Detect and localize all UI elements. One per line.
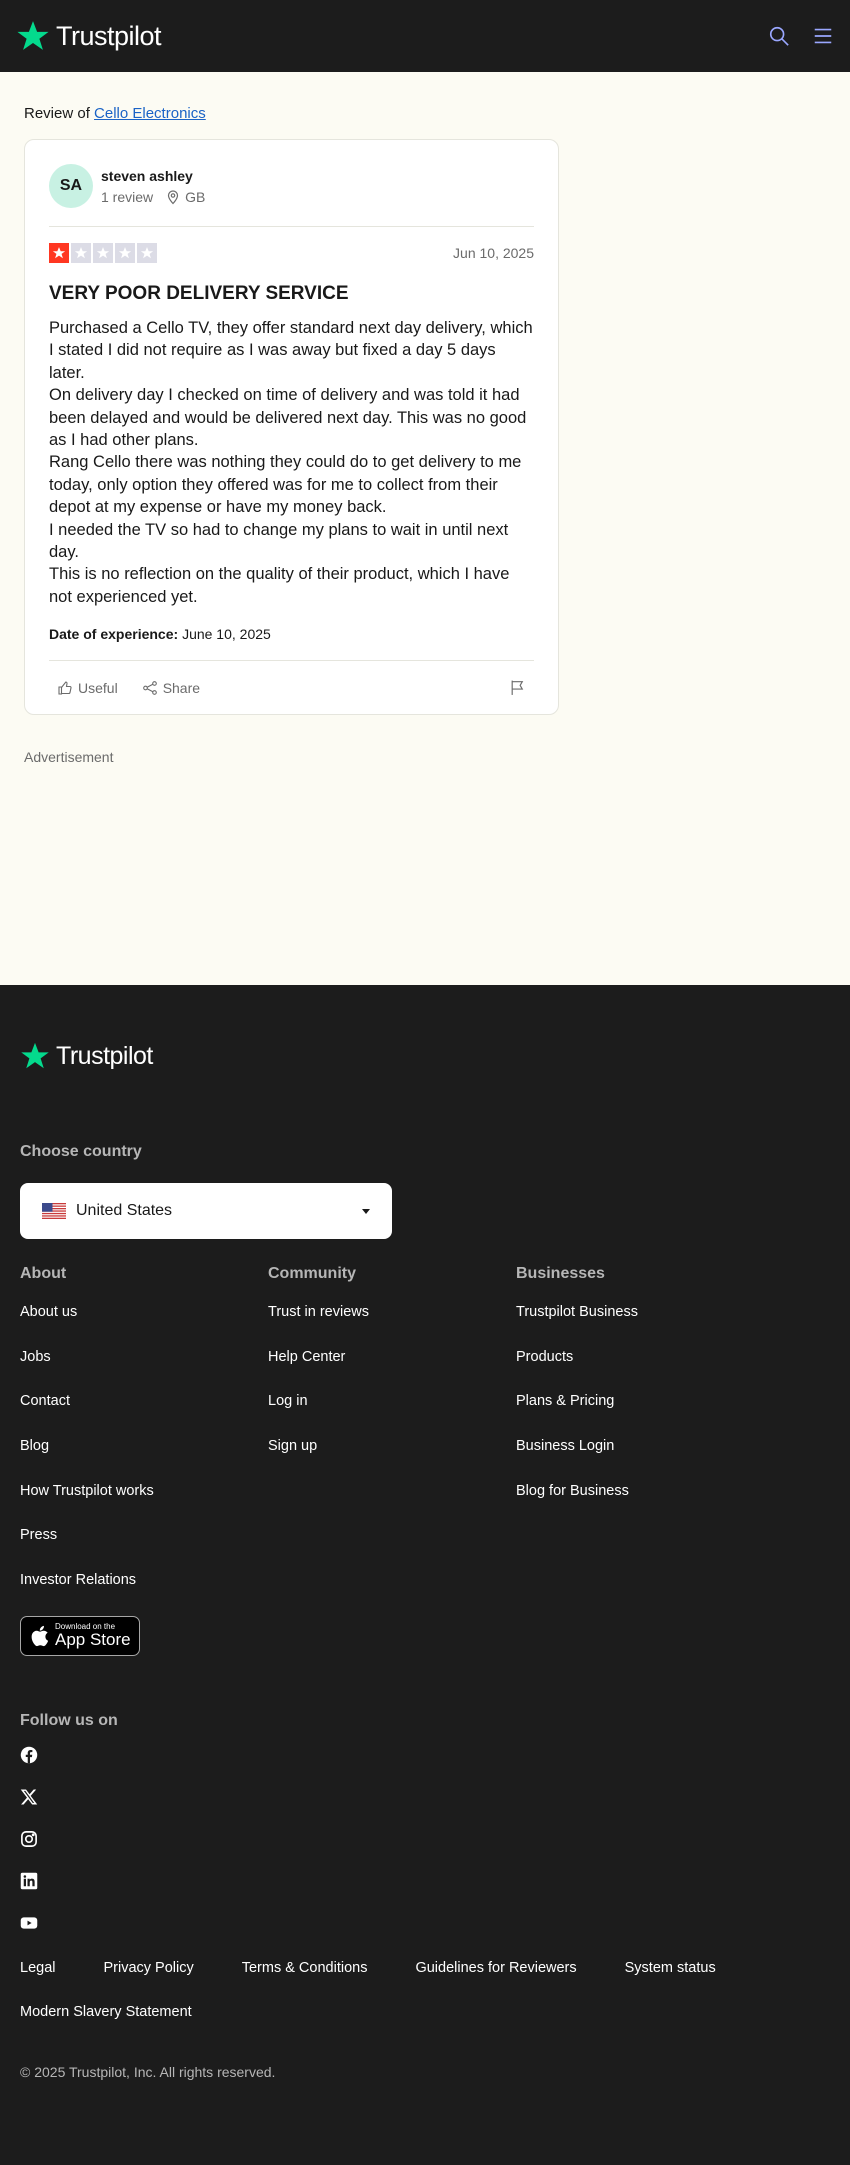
footer-link[interactable]: Products bbox=[516, 1349, 764, 1394]
header-actions bbox=[768, 25, 834, 47]
consumer-name[interactable]: steven ashley bbox=[101, 168, 205, 184]
review-card: SA steven ashley 1 review GB Jun 10, 202… bbox=[24, 139, 559, 716]
empty-star-icon bbox=[93, 243, 113, 263]
search-icon[interactable] bbox=[768, 25, 790, 47]
date-of-experience: Date of experience: June 10, 2025 bbox=[49, 626, 534, 642]
review-paragraph: Purchased a Cello TV, they offer standar… bbox=[49, 319, 533, 382]
empty-star-icon bbox=[71, 243, 91, 263]
footer-link[interactable]: Contact bbox=[20, 1393, 268, 1438]
column-heading: Businesses bbox=[516, 1265, 605, 1282]
review-paragraph: This is no reflection on the quality of … bbox=[49, 565, 510, 606]
choose-country-heading: Choose country bbox=[20, 1143, 142, 1160]
app-store-badge[interactable]: Download on the App Store bbox=[20, 1615, 140, 1656]
main-content: Review of Cello Electronics SA steven as… bbox=[0, 72, 850, 985]
review-paragraph: On delivery day I checked on time of del… bbox=[49, 386, 527, 450]
consumer-info: SA steven ashley 1 review GB bbox=[49, 164, 534, 227]
footer-link[interactable]: How Trustpilot works bbox=[20, 1483, 268, 1528]
brand-name: Trustpilot bbox=[56, 20, 162, 51]
legal-link[interactable]: Privacy Policy bbox=[103, 1960, 193, 2004]
review-count: 1 review bbox=[101, 188, 154, 205]
apple-icon bbox=[31, 1625, 49, 1646]
instagram-icon[interactable] bbox=[20, 1830, 38, 1848]
social-links bbox=[20, 1746, 830, 1932]
trustpilot-star-icon bbox=[21, 1042, 49, 1069]
footer-link[interactable]: Help Center bbox=[268, 1349, 516, 1394]
site-footer: Trustpilot Choose country United States … bbox=[0, 985, 850, 2165]
star-rating bbox=[49, 243, 157, 263]
copyright: © 2025 Trustpilot, Inc. All rights reser… bbox=[20, 2063, 276, 2080]
review-body: Purchased a Cello TV, they offer standar… bbox=[49, 317, 534, 608]
review-date: Jun 10, 2025 bbox=[453, 245, 534, 261]
footer-column-about: About About us Jobs Contact Blog How Tru… bbox=[20, 1265, 268, 1617]
empty-star-icon bbox=[137, 243, 157, 263]
footer-link[interactable]: Trustpilot Business bbox=[516, 1304, 764, 1349]
legal-link[interactable]: Modern Slavery Statement bbox=[20, 2004, 192, 2048]
flag-icon bbox=[511, 680, 524, 696]
location-pin-icon bbox=[168, 189, 179, 204]
legal-link[interactable]: Guidelines for Reviewers bbox=[415, 1960, 576, 2004]
footer-link[interactable]: Blog for Business bbox=[516, 1483, 764, 1528]
footer-link[interactable]: Press bbox=[20, 1527, 268, 1572]
x-icon[interactable] bbox=[20, 1788, 38, 1806]
footer-link-columns: About About us Jobs Contact Blog How Tru… bbox=[20, 1265, 830, 1617]
footer-link[interactable]: Jobs bbox=[20, 1349, 268, 1394]
consumer-country: GB bbox=[185, 188, 206, 205]
filled-star-icon bbox=[49, 243, 69, 263]
hamburger-menu-icon[interactable] bbox=[812, 25, 834, 47]
column-heading: About bbox=[20, 1265, 67, 1282]
business-link[interactable]: Cello Electronics bbox=[94, 105, 206, 122]
report-button[interactable] bbox=[509, 679, 526, 696]
chevron-down-icon bbox=[362, 1209, 370, 1214]
footer-trustpilot-logo[interactable]: Trustpilot bbox=[20, 1041, 830, 1071]
advertisement-label: Advertisement bbox=[24, 749, 114, 766]
review-paragraph: I needed the TV so had to change my plan… bbox=[49, 520, 509, 562]
trustpilot-star-icon bbox=[17, 21, 49, 50]
site-header: Trustpilot bbox=[0, 0, 850, 72]
footer-link[interactable]: Plans & Pricing bbox=[516, 1393, 764, 1438]
footer-link[interactable]: Log in bbox=[268, 1393, 516, 1438]
share-icon bbox=[142, 680, 157, 695]
review-actions: Useful Share bbox=[49, 660, 534, 714]
facebook-icon[interactable] bbox=[20, 1746, 38, 1764]
footer-column-businesses: Businesses Trustpilot Business Products … bbox=[516, 1265, 764, 1617]
legal-link[interactable]: Legal bbox=[20, 1960, 55, 2004]
empty-star-icon bbox=[115, 243, 135, 263]
selected-country: United States bbox=[76, 1202, 173, 1219]
consumer-location: GB bbox=[165, 189, 205, 205]
useful-label: Useful bbox=[78, 679, 118, 696]
thumbs-up-icon bbox=[58, 681, 72, 695]
share-button[interactable]: Share bbox=[142, 680, 200, 696]
experience-label: Date of experience: bbox=[49, 626, 179, 643]
youtube-icon[interactable] bbox=[20, 1914, 38, 1932]
country-select[interactable]: United States bbox=[20, 1183, 392, 1239]
footer-brand-name: Trustpilot bbox=[56, 1041, 153, 1070]
review-title[interactable]: VERY POOR DELIVERY SERVICE bbox=[49, 283, 534, 305]
footer-link[interactable]: Trust in reviews bbox=[268, 1304, 516, 1349]
legal-link[interactable]: System status bbox=[625, 1960, 716, 2004]
experience-date: June 10, 2025 bbox=[182, 626, 271, 643]
rating-row: Jun 10, 2025 bbox=[49, 243, 534, 263]
footer-column-community: Community Trust in reviews Help Center L… bbox=[268, 1265, 516, 1617]
footer-link[interactable]: Blog bbox=[20, 1438, 268, 1483]
legal-links: Legal Privacy Policy Terms & Conditions … bbox=[20, 1960, 830, 2048]
share-label: Share bbox=[162, 679, 201, 696]
review-paragraph: Rang Cello there was nothing they could … bbox=[49, 453, 522, 517]
legal-link[interactable]: Terms & Conditions bbox=[242, 1960, 368, 2004]
column-heading: Community bbox=[268, 1265, 356, 1282]
avatar[interactable]: SA bbox=[49, 164, 93, 208]
app-store-big-text: App Store bbox=[55, 1630, 131, 1650]
footer-link[interactable]: Sign up bbox=[268, 1438, 516, 1483]
trustpilot-logo[interactable]: Trustpilot bbox=[16, 19, 162, 53]
footer-link[interactable]: Investor Relations bbox=[20, 1572, 268, 1617]
follow-us-heading: Follow us on bbox=[20, 1711, 118, 1729]
useful-button[interactable]: Useful bbox=[57, 680, 118, 696]
linkedin-icon[interactable] bbox=[20, 1872, 38, 1890]
footer-link[interactable]: About us bbox=[20, 1304, 268, 1349]
review-of-prefix: Review of bbox=[24, 105, 90, 122]
footer-link[interactable]: Business Login bbox=[516, 1438, 764, 1483]
review-of-line: Review of Cello Electronics bbox=[24, 105, 826, 122]
us-flag-icon bbox=[42, 1203, 66, 1219]
